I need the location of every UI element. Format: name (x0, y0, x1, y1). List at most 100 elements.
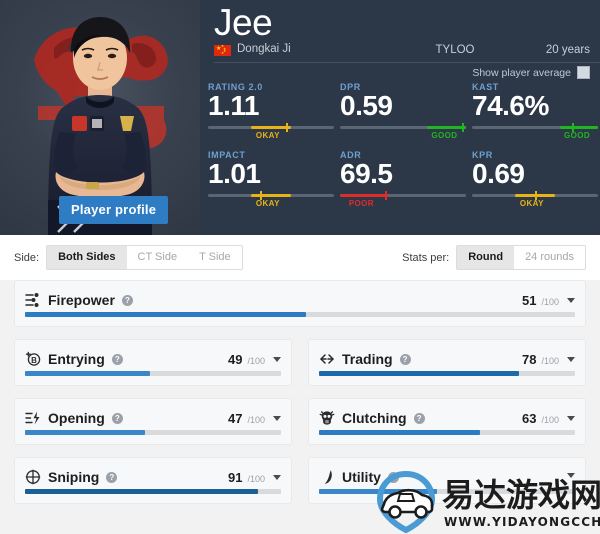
skill-progress-fill (25, 489, 258, 494)
skill-card-utility[interactable]: Utility? (308, 457, 586, 504)
skill-score: 78 (522, 351, 537, 367)
chevron-down-icon[interactable] (567, 472, 575, 478)
stat-fill (560, 126, 598, 130)
player-real-name: Dongkai Ji (237, 43, 291, 55)
show-player-average-checkbox[interactable] (577, 66, 590, 79)
show-player-average-row[interactable]: Show player average (472, 66, 590, 79)
chevron-down-icon[interactable] (567, 415, 575, 421)
stat-track: GOOD (340, 123, 466, 140)
skill-card-title-group: Trading? (319, 351, 411, 367)
skill-score-group: 51/100 (522, 293, 575, 308)
skill-card-opening[interactable]: Opening? 47/100 (14, 398, 292, 445)
entrying-icon: B (25, 351, 41, 367)
stats-per-option-round[interactable]: Round (457, 246, 515, 269)
stat-impact: IMPACT 1.01 OKAY (208, 150, 334, 208)
stat-quality: POOR (348, 199, 374, 209)
skill-card-header: Opening? 47/100 (25, 408, 281, 428)
side-option-t-side[interactable]: T Side (188, 246, 242, 269)
stats-per-options: Round 24 rounds (456, 245, 586, 270)
skill-card-trading[interactable]: Trading? 78/100 (308, 339, 586, 386)
skill-score-group (554, 472, 575, 480)
skill-name: Sniping (48, 469, 100, 485)
team-name[interactable]: TYLOO (400, 44, 510, 56)
skill-row: Firepower? 51/100 (0, 280, 600, 327)
stat-dpr: DPR 0.59 GOOD (340, 82, 466, 140)
skill-progress-track (25, 371, 281, 376)
chevron-down-icon[interactable] (567, 297, 575, 303)
side-filter: Side: Both Sides CT Side T Side (14, 245, 243, 270)
stat-quality: OKAY (255, 131, 280, 141)
chevron-down-icon[interactable] (273, 415, 281, 421)
skill-card-firepower[interactable]: Firepower? 51/100 (14, 280, 586, 327)
skill-score-group: 63/100 (522, 411, 575, 426)
help-icon[interactable]: ? (413, 412, 425, 424)
player-stats-page: Player profile Jee ★ ★ ★ ★ ★ Dongkai Ji TYLO… (0, 0, 600, 534)
chevron-down-icon[interactable] (273, 356, 281, 362)
skill-card-title-group: Sniping? (25, 469, 118, 485)
stat-adr: ADR 69.5 POOR (340, 150, 466, 208)
side-option-both-sides[interactable]: Both Sides (47, 246, 127, 269)
stat-quality: OKAY (519, 199, 544, 209)
help-icon[interactable]: ? (121, 294, 133, 306)
stat-kpr: KPR 0.69 OKAY (472, 150, 598, 208)
stat-quality: OKAY (255, 199, 280, 209)
utility-icon (319, 469, 335, 485)
skill-progress-track (319, 489, 575, 494)
help-icon[interactable]: ? (111, 412, 123, 424)
stats-per-option-24-rounds[interactable]: 24 rounds (514, 246, 585, 269)
stats-grid: RATING 2.0 1.11 OKAY DPR 0.59 GOOD KAST 74.6% GO… (200, 82, 600, 232)
help-icon[interactable]: ? (387, 471, 399, 483)
skill-score-max: /100 (541, 414, 559, 425)
stat-track: OKAY (208, 123, 334, 140)
firepower-icon (25, 292, 41, 308)
chevron-down-icon[interactable] (567, 356, 575, 362)
skill-card-sniping[interactable]: Sniping? 91/100 (14, 457, 292, 504)
player-info-panel: Jee ★ ★ ★ ★ ★ Dongkai Ji TYLOO 20 years Show… (200, 0, 600, 235)
skill-progress-fill (25, 312, 306, 317)
skill-card-header: Clutching? 63/100 (319, 408, 575, 428)
skill-card-title-group: B Entrying? (25, 351, 123, 367)
stats-per-filter: Stats per: Round 24 rounds (402, 245, 586, 270)
help-icon[interactable]: ? (111, 353, 123, 365)
skill-score-max: /100 (541, 355, 559, 366)
stat-rating-2-0: RATING 2.0 1.11 OKAY (208, 82, 334, 140)
player-age: 20 years (545, 44, 590, 56)
skill-card-title-group: Clutching? (319, 410, 425, 426)
stat-quality: GOOD (563, 131, 591, 141)
skill-progress-track (25, 489, 281, 494)
skill-score-max: /100 (247, 414, 265, 425)
skill-progress-track (319, 430, 575, 435)
help-icon[interactable]: ? (399, 353, 411, 365)
trading-icon (319, 351, 335, 367)
show-player-average-label: Show player average (472, 66, 571, 79)
skill-score-group: 91/100 (228, 470, 281, 485)
stat-value: 0.59 (340, 90, 393, 121)
skill-score: 49 (228, 351, 243, 367)
header-divider (214, 62, 600, 63)
skill-name: Clutching (342, 410, 407, 426)
stat-fill (340, 194, 388, 198)
stats-per-label: Stats per: (402, 251, 450, 264)
skill-score-group: 78/100 (522, 352, 575, 367)
side-option-ct-side[interactable]: CT Side (127, 246, 189, 269)
stat-kast: KAST 74.6% GOOD (472, 82, 598, 140)
skill-row: Opening? 47/100 Clutching? 63/100 (0, 398, 600, 445)
skill-card-entrying[interactable]: B Entrying? 49/100 (14, 339, 292, 386)
skill-score-max: /100 (247, 355, 265, 366)
skill-progress-track (25, 430, 281, 435)
skill-progress-fill (319, 489, 437, 494)
chevron-down-icon[interactable] (273, 474, 281, 480)
help-icon[interactable]: ? (106, 471, 118, 483)
skill-name: Trading (342, 351, 393, 367)
player-profile-button[interactable]: Player profile (59, 196, 169, 224)
skill-card-title-group: Utility? (319, 469, 399, 485)
skill-score: 51 (522, 292, 537, 308)
skill-card-clutching[interactable]: Clutching? 63/100 (308, 398, 586, 445)
skill-progress-track (25, 312, 575, 317)
skill-progress-fill (319, 371, 519, 376)
skill-cards: Firepower? 51/100 B Entrying? 49/100 Trading… (0, 280, 600, 516)
player-header: Player profile Jee ★ ★ ★ ★ ★ Dongkai Ji TYLO… (0, 0, 600, 235)
skill-progress-track (319, 371, 575, 376)
skill-score: 91 (228, 469, 243, 485)
stat-value: 1.01 (208, 158, 261, 189)
